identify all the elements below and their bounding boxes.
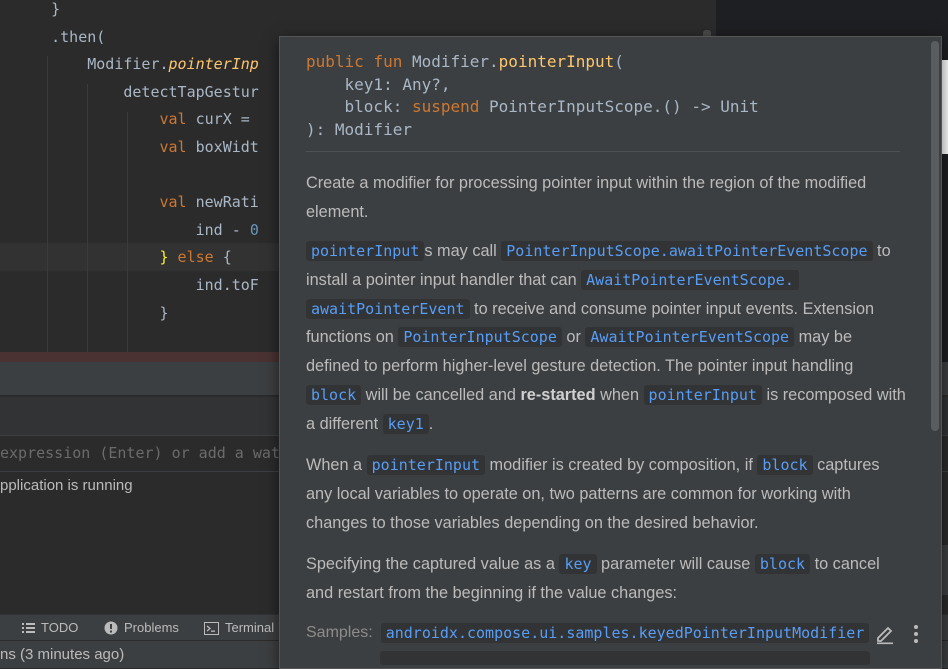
samples-link[interactable]: androidx.compose.ui.samples.keyedPointer…	[380, 623, 870, 643]
code-line: detectTapGestur	[15, 78, 259, 106]
code-token: ind -	[195, 220, 250, 239]
doc-text: modifier is created by composition, if	[485, 456, 758, 474]
code-line: val newRati	[15, 188, 259, 216]
doc-text: or	[561, 328, 586, 347]
sig-keyword-fun: fun	[373, 52, 412, 71]
code-line: } else {	[15, 243, 232, 271]
sig-param-key1: key1: Any?,	[306, 74, 451, 94]
code-token: curX =	[195, 110, 259, 129]
quick-documentation-popup[interactable]: public fun Modifier.pointerInput( key1: …	[279, 36, 942, 669]
code-token: newRati	[195, 193, 259, 212]
doc-text: will be cancelled and	[361, 385, 521, 404]
sample-code-preview	[380, 651, 870, 665]
code-link[interactable]: awaitPointerEvent	[306, 298, 470, 319]
code-link[interactable]: PointerInputScope.awaitPointerEventScope	[501, 241, 873, 261]
terminal-icon	[204, 621, 219, 635]
code-token: 0	[249, 220, 259, 239]
sig-param-block-type: PointerInputScope.() -> Unit	[489, 97, 759, 116]
code-link[interactable]: block	[757, 455, 813, 475]
code-token: }	[159, 248, 169, 267]
todo-tool-button[interactable]: TODO	[22, 615, 78, 641]
code-line: .then(	[15, 23, 105, 51]
code-token: val	[159, 138, 196, 156]
doc-text: Specifying the captured value as a	[306, 555, 560, 573]
function-signature: public fun Modifier.pointerInput( key1: …	[306, 51, 759, 141]
code-token: detectTapGestur	[123, 82, 259, 101]
doc-text: When a	[306, 456, 367, 474]
code-link[interactable]: key1	[382, 413, 429, 434]
todo-label: TODO	[41, 620, 79, 635]
list-icon	[22, 623, 35, 633]
code-link[interactable]: PointerInputScope	[398, 327, 562, 348]
code-line: val boxWidt	[15, 133, 259, 161]
code-link[interactable]: pointerInput	[306, 241, 425, 261]
sig-keyword-suspend: suspend	[411, 97, 490, 116]
code-link[interactable]: AwaitPointerEventScope	[585, 327, 795, 348]
evaluate-expression-input[interactable]: expression (Enter) or add a wat	[0, 441, 280, 465]
doc-paragraph-3: When a pointerInput modifier is created …	[306, 451, 906, 537]
code-link[interactable]: key	[559, 554, 597, 574]
status-bar-text[interactable]: ns (3 minutes ago)	[0, 641, 124, 668]
code-line: Modifier.pointerInp	[15, 50, 259, 78]
samples-label: Samples:	[306, 624, 373, 641]
sig-return-type: ): Modifier	[306, 119, 412, 139]
code-token: else	[168, 248, 223, 267]
popup-scrollbar[interactable]	[929, 37, 941, 668]
sig-param-block-name: block:	[306, 97, 412, 116]
doc-text: parameter will cause	[596, 555, 755, 573]
code-link[interactable]: block	[306, 384, 362, 405]
doc-paragraph-2: pointerInput s may call PointerInputScope…	[306, 237, 906, 439]
code-token: {	[222, 248, 232, 267]
exclamation-circle-icon	[104, 621, 118, 635]
code-token: Modifier.	[87, 55, 169, 74]
popup-scrollbar-thumb[interactable]	[931, 41, 939, 431]
code-token: }	[51, 0, 61, 18]
code-link[interactable]: block	[754, 554, 811, 574]
code-line: ind.toF	[15, 271, 259, 299]
doc-text: .	[428, 414, 434, 433]
sig-function-name: pointerInput	[498, 52, 615, 71]
terminal-tool-button[interactable]: Terminal	[204, 615, 274, 641]
terminal-label: Terminal	[225, 620, 275, 635]
pencil-icon[interactable]	[874, 623, 896, 645]
code-line: }	[15, 0, 60, 23]
code-line: ind - 0	[15, 216, 259, 244]
code-token: pointerInp	[168, 55, 259, 74]
sig-keyword-public: public	[306, 52, 374, 71]
sig-receiver: Modifier.	[411, 52, 499, 71]
vertical-dots-icon[interactable]	[910, 623, 922, 645]
samples-row: Samples: androidx.compose.ui.samples.key…	[306, 623, 870, 643]
sig-open-paren: (	[614, 52, 624, 71]
problems-label: Problems	[124, 620, 179, 635]
code-link[interactable]: pointerInput	[643, 384, 762, 405]
code-line: val curX =	[15, 105, 259, 133]
code-token: val	[159, 193, 196, 212]
code-token: ind.toF	[195, 276, 259, 294]
problems-tool-button[interactable]: Problems	[104, 615, 179, 641]
code-link[interactable]: pointerInput	[366, 455, 486, 475]
doc-paragraph-1: Create a modifier for processing pointer…	[306, 174, 867, 221]
doc-text: when	[595, 385, 644, 404]
code-token: boxWidt	[195, 138, 259, 156]
doc-paragraph-4: Specifying the captured value as a key p…	[306, 550, 906, 608]
bold-text: re-started	[520, 385, 596, 404]
code-token: .then(	[51, 27, 106, 46]
run-status-message: pplication is running	[0, 477, 133, 494]
code-link[interactable]: AwaitPointerEventScope.	[581, 269, 799, 290]
signature-separator	[306, 151, 900, 152]
code-line: }	[15, 299, 169, 327]
doc-text: s may call	[424, 242, 502, 260]
code-token: }	[159, 303, 169, 322]
code-token: val	[159, 110, 196, 129]
